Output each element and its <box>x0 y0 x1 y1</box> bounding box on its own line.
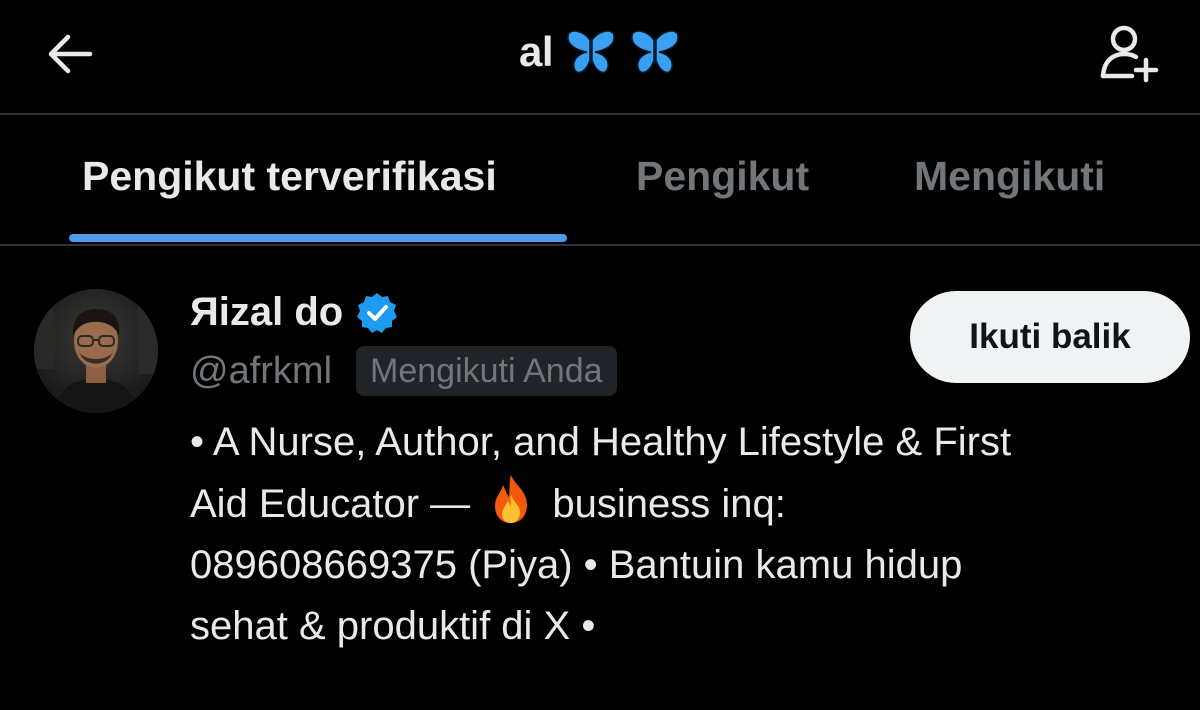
avatar-image <box>34 289 158 413</box>
add-user-icon <box>1100 25 1159 83</box>
user-handle: @afrkml <box>190 349 333 392</box>
avatar[interactable] <box>34 289 158 413</box>
tab-bar: Pengikut terverifikasi Pengikut Mengikut… <box>0 115 1200 246</box>
page-title: al <box>0 26 1200 78</box>
butterfly-icon <box>567 30 615 74</box>
fire-icon <box>495 475 528 523</box>
add-user-button[interactable] <box>1096 20 1162 86</box>
follows-you-badge: Mengikuti Anda <box>356 346 617 396</box>
user-bio: • A Nurse, Author, and Healthy Lifestyle… <box>190 412 1180 657</box>
butterfly-icon <box>631 30 679 74</box>
verified-badge-icon <box>357 292 398 333</box>
tab-following[interactable]: Mengikuti <box>914 153 1105 200</box>
tab-verified-followers[interactable]: Pengikut terverifikasi <box>82 153 497 200</box>
tab-followers[interactable]: Pengikut <box>636 153 809 200</box>
user-list-item[interactable]: Яizal do @afrkml Mengikuti Anda Ikuti ba… <box>0 246 1200 710</box>
display-name[interactable]: Яizal do <box>190 290 343 335</box>
handle-row: @afrkml Mengikuti Anda <box>190 346 617 396</box>
follow-back-button[interactable]: Ikuti balik <box>910 291 1190 383</box>
display-name-row: Яizal do <box>190 290 399 335</box>
page-title-text: al <box>518 28 554 75</box>
followers-screen: al Pengikut terverifikasi Pengikut Mengi… <box>0 0 1200 710</box>
active-tab-indicator <box>69 234 567 242</box>
top-bar: al <box>0 0 1200 115</box>
